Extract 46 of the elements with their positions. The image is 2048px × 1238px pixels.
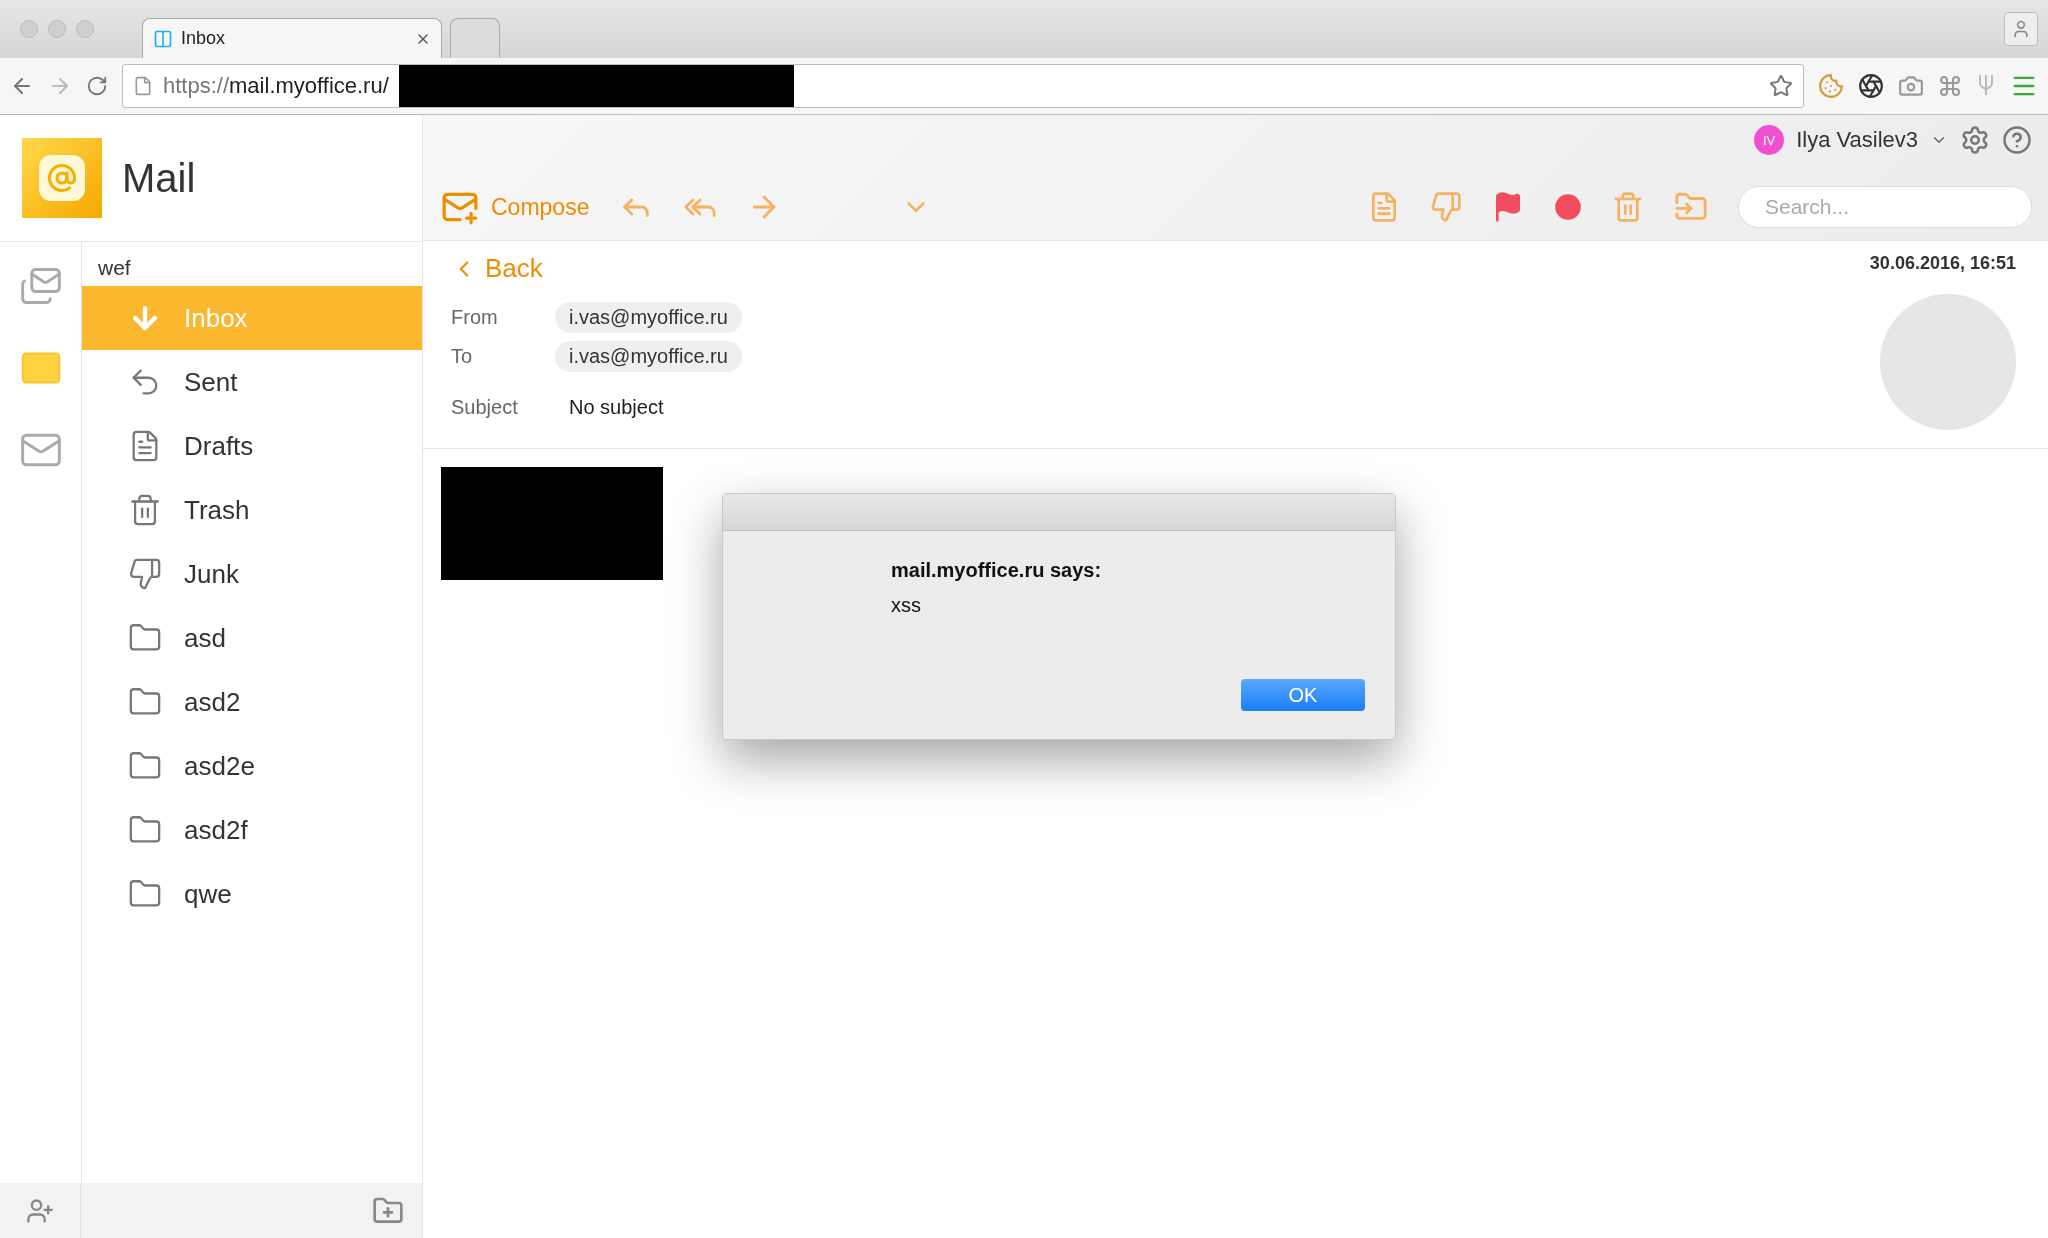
aperture-icon[interactable]: [1858, 73, 1884, 99]
window-close-control[interactable]: [20, 20, 38, 38]
folder-item[interactable]: asd2: [82, 670, 422, 734]
thumbs-down-icon[interactable]: [1430, 191, 1462, 223]
field-label: Subject: [451, 396, 519, 419]
trash-icon[interactable]: [1612, 191, 1644, 223]
trash-icon: [128, 493, 162, 527]
subject-text: No subject: [568, 396, 664, 419]
folder-item[interactable]: asd: [82, 606, 422, 670]
browser-tab[interactable]: Inbox: [142, 18, 442, 58]
folder-item[interactable]: asd2e: [82, 734, 422, 798]
profile-button[interactable]: [2004, 12, 2038, 46]
folder-item[interactable]: Drafts: [82, 414, 422, 478]
user-name[interactable]: Ilya Vasilev3: [1796, 127, 1918, 153]
window-minimize-control[interactable]: [48, 20, 66, 38]
message-date: 30.06.2016, 16:51: [1869, 253, 2016, 274]
folder-item[interactable]: Sent: [82, 350, 422, 414]
app-title: Mail: [122, 155, 196, 201]
command-icon[interactable]: [1938, 74, 1962, 98]
bookmark-star-icon[interactable]: [1769, 74, 1793, 98]
folder-item[interactable]: Trash: [82, 478, 422, 542]
new-tab[interactable]: [450, 18, 500, 58]
account-label: wef: [97, 255, 132, 281]
page-icon: [133, 76, 153, 96]
address-field[interactable]: https://mail.myoffice.ru/: [122, 64, 1804, 108]
field-label: From: [451, 306, 499, 329]
folder-item[interactable]: asd2f: [82, 798, 422, 862]
folder-item[interactable]: Junk: [82, 542, 422, 606]
dialog-message: xss: [891, 594, 922, 617]
person-icon: [2011, 19, 2031, 39]
dot-icon[interactable]: [1554, 193, 1582, 221]
reload-icon[interactable]: [86, 75, 108, 97]
address-chip[interactable]: i.vas@myoffice.ru: [555, 302, 742, 333]
window-zoom-control[interactable]: [76, 20, 94, 38]
field-label: To: [451, 345, 474, 368]
dialog-title: mail.myoffice.ru says:: [891, 559, 1103, 582]
camera-icon[interactable]: [1898, 73, 1924, 99]
address-chip[interactable]: i.vas@myoffice.ru: [555, 341, 742, 372]
cookie-icon[interactable]: [1818, 73, 1844, 99]
thumbs-down-icon: [128, 557, 162, 591]
search-field[interactable]: Search...: [1738, 186, 2032, 228]
favicon-icon: [153, 28, 173, 49]
folder-item[interactable]: qwe: [82, 862, 422, 926]
help-icon[interactable]: [2002, 125, 2032, 155]
settings-icon[interactable]: [1960, 125, 1990, 155]
add-user-icon[interactable]: [26, 1196, 54, 1225]
